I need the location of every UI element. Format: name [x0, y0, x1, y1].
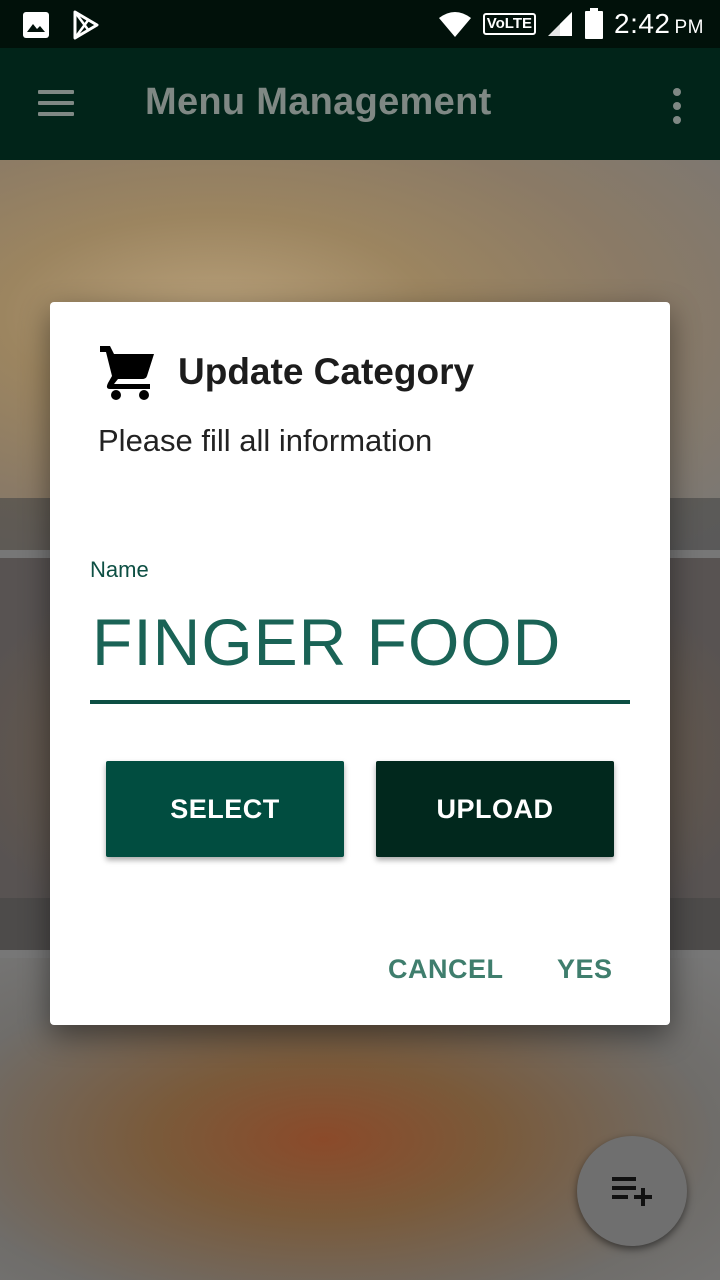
image-icon [23, 12, 49, 38]
battery-icon [585, 8, 603, 39]
hamburger-icon[interactable] [36, 88, 76, 118]
playlist-add-icon [612, 1177, 652, 1206]
app-bar: Menu Management [0, 48, 720, 160]
app-title: Menu Management [145, 81, 492, 123]
name-field-label: Name [90, 557, 149, 582]
name-field[interactable] [90, 598, 630, 704]
upload-button[interactable]: UPLOAD [376, 761, 614, 857]
wifi-icon [438, 12, 471, 37]
status-bar: VoLTE 2:42 PM [0, 0, 720, 48]
cancel-button[interactable]: CANCEL [388, 954, 504, 985]
shopping-cart-icon [100, 346, 154, 400]
play-store-icon [73, 10, 99, 40]
dialog-message: Please fill all information [98, 423, 433, 458]
more-vert-icon[interactable] [670, 86, 684, 126]
volte-badge: VoLTE [482, 13, 536, 35]
signal-icon [548, 12, 572, 36]
clock: 2:42 PM [614, 8, 704, 39]
select-button[interactable]: SELECT [106, 761, 344, 857]
update-category-dialog: Update Category Please fill all informat… [50, 302, 670, 1025]
add-category-fab[interactable] [577, 1136, 687, 1246]
yes-button[interactable]: YES [557, 954, 613, 985]
dialog-title: Update Category [178, 351, 475, 392]
